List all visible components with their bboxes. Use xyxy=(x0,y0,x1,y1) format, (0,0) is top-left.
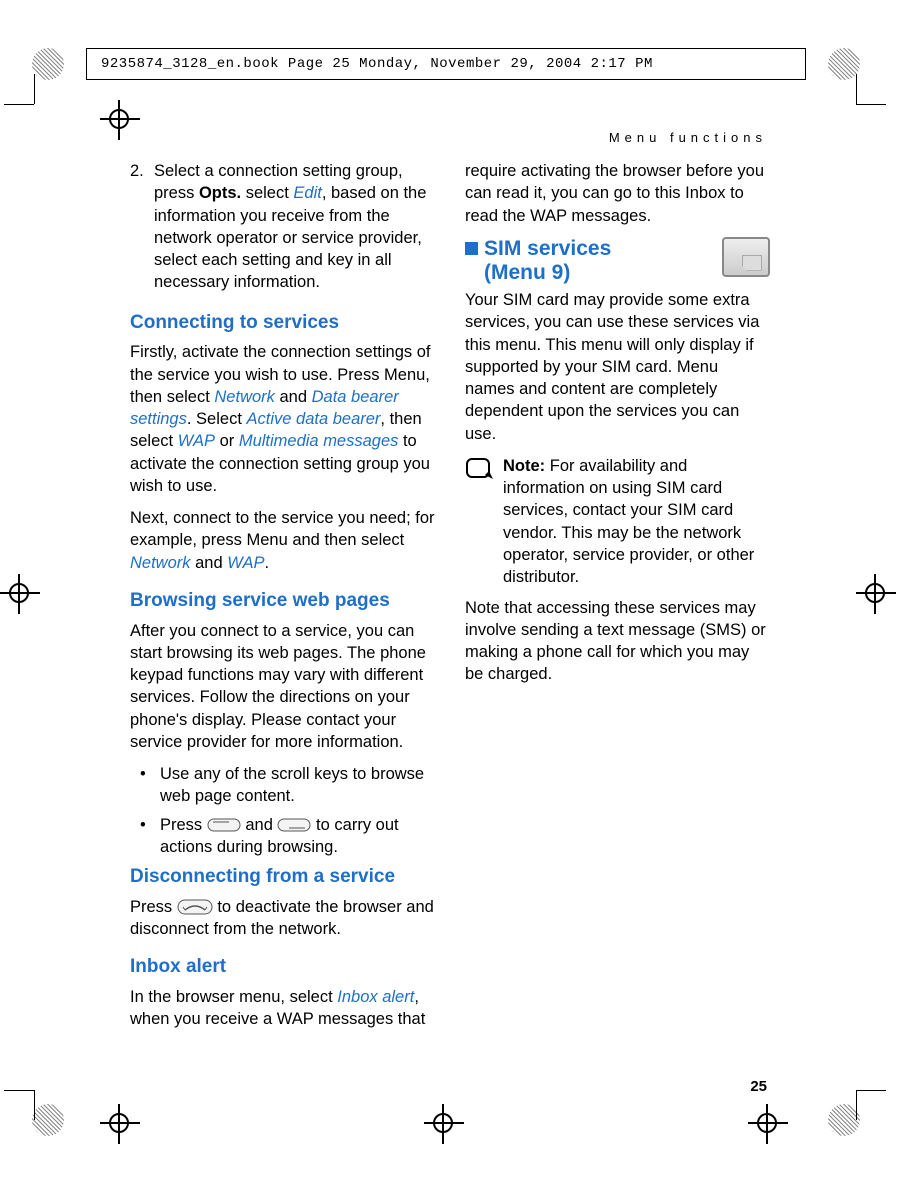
crop-registration-mark xyxy=(856,574,896,614)
text: Press xyxy=(160,816,207,834)
mms-option: Multimedia messages xyxy=(239,432,399,450)
header-band: 9235874_3128_en.book Page 25 Monday, Nov… xyxy=(86,48,806,80)
section-sim-services: SIM services (Menu 9) xyxy=(465,237,770,285)
text: . Select xyxy=(187,410,247,428)
text: Next, connect to the service you need; f… xyxy=(130,509,435,549)
note-icon xyxy=(465,455,503,589)
bullet-icon: • xyxy=(140,763,160,808)
bullet-icon: • xyxy=(140,814,160,859)
wap-option: WAP xyxy=(227,554,264,572)
bullet-item: • Use any of the scroll keys to browse w… xyxy=(140,763,435,808)
page-number: 25 xyxy=(750,1078,767,1095)
network-option: Network xyxy=(130,554,191,572)
softkey-left-icon xyxy=(207,818,241,832)
text: select xyxy=(241,184,293,202)
section-subtitle: (Menu 9) xyxy=(484,261,611,285)
text: Use any of the scroll keys to browse web… xyxy=(160,763,435,808)
crop-registration-mark xyxy=(748,1104,788,1144)
heading-inbox-alert: Inbox alert xyxy=(130,954,435,980)
text: Press xyxy=(130,898,177,916)
crop-registration-mark xyxy=(100,1104,140,1144)
section-title: SIM services xyxy=(484,237,611,261)
crop-registration-mark xyxy=(0,574,40,614)
text: Note that accessing these services may i… xyxy=(465,597,770,686)
step-2: 2. Select a connection setting group, pr… xyxy=(130,160,435,294)
section-marker-icon xyxy=(465,242,478,255)
text: and xyxy=(241,816,278,834)
bullet-item: • Press and to carry out actions during … xyxy=(140,814,435,859)
heading-connecting: Connecting to services xyxy=(130,310,435,336)
text: In the browser menu, select xyxy=(130,988,337,1006)
note-label: Note: xyxy=(503,457,545,475)
edit-option: Edit xyxy=(293,184,321,202)
hatch-circle xyxy=(32,48,64,80)
text: or xyxy=(215,432,239,450)
end-key-icon xyxy=(177,899,213,915)
heading-disconnecting: Disconnecting from a service xyxy=(130,864,435,890)
text: . xyxy=(265,554,270,572)
text: and xyxy=(191,554,228,572)
text: For availability and information on usin… xyxy=(503,457,754,586)
text: and xyxy=(275,388,312,406)
wap-option: WAP xyxy=(178,432,215,450)
sim-card-icon xyxy=(722,237,770,277)
crop-registration-mark xyxy=(424,1104,464,1144)
opts-label: Opts. xyxy=(199,184,241,202)
active-data-bearer-option: Active data bearer xyxy=(247,410,381,428)
running-head: Menu functions xyxy=(609,130,767,145)
page-content: 2. Select a connection setting group, pr… xyxy=(130,160,770,1040)
inbox-alert-option: Inbox alert xyxy=(337,988,414,1006)
text: After you connect to a service, you can … xyxy=(130,620,435,754)
note-block: Note: For availability and information o… xyxy=(465,455,770,589)
text: Your SIM card may provide some extra ser… xyxy=(465,289,770,445)
crop-registration-mark xyxy=(100,100,140,140)
hatch-circle xyxy=(32,1104,64,1136)
heading-browsing: Browsing service web pages xyxy=(130,588,435,614)
softkey-right-icon xyxy=(277,818,311,832)
step-number: 2. xyxy=(130,160,154,294)
network-option: Network xyxy=(214,388,275,406)
